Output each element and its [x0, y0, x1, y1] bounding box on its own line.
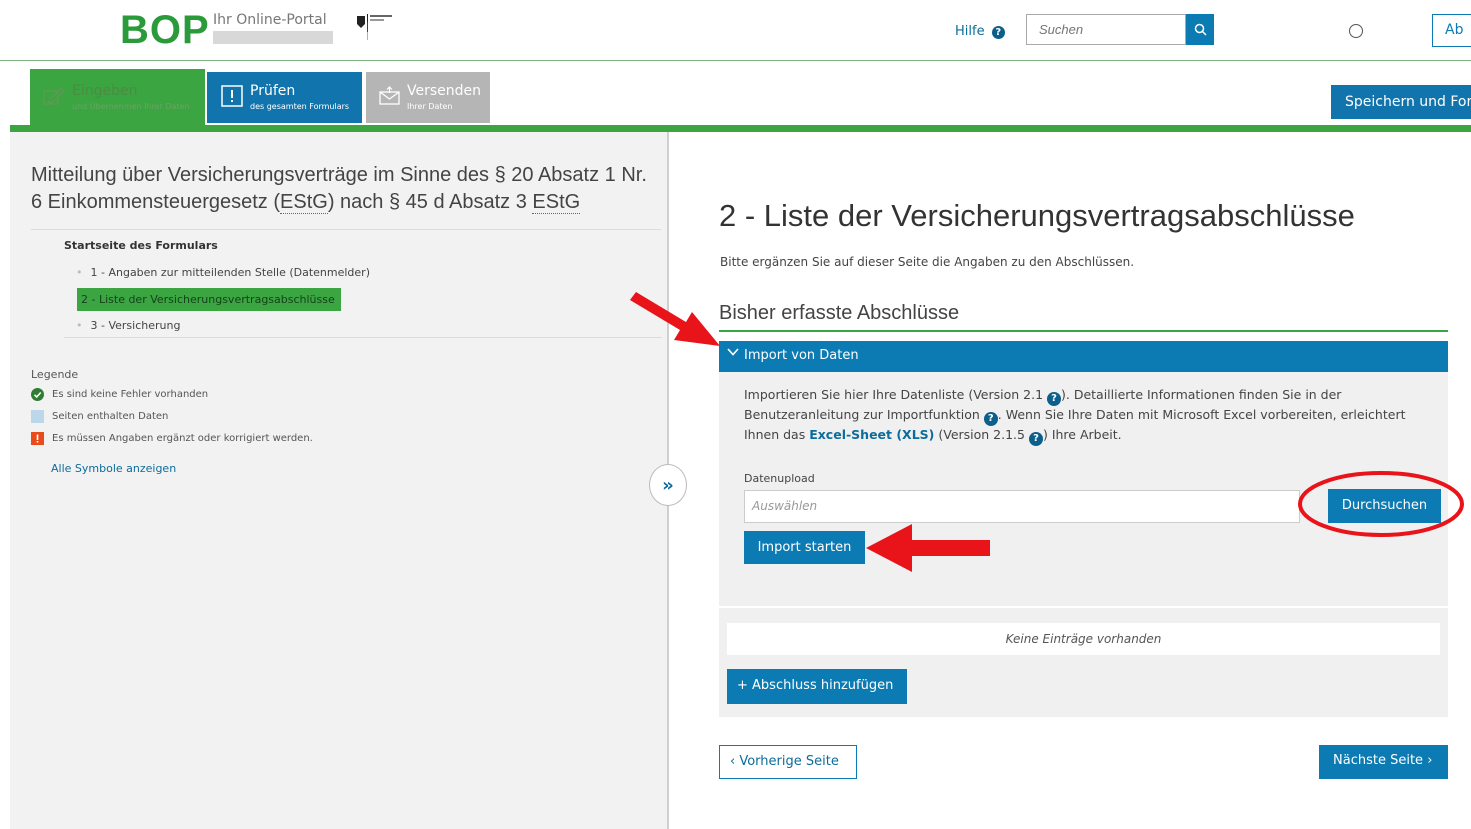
tab-pruefen-label: Prüfen [250, 83, 296, 99]
data-square-icon [31, 410, 44, 423]
tab-pruefen-sub: des gesamten Formulars [250, 102, 350, 111]
nav-divider [64, 337, 662, 338]
nav-bullet: • [76, 319, 83, 332]
language-globe-icon[interactable] [1349, 24, 1363, 38]
form-start-link[interactable]: Startseite des Formulars [64, 239, 218, 252]
next-page-label: Nächste Seite [1333, 753, 1424, 768]
envelope-icon [379, 86, 400, 105]
estg-abbr-2: EStG [532, 191, 581, 214]
help-icon[interactable]: ? [1047, 392, 1061, 406]
legend-heading: Legende [31, 368, 79, 381]
search-button[interactable] [1186, 14, 1214, 45]
previous-page-label: Vorherige Seite [739, 754, 839, 769]
legend-ok-label: Es sind keine Fehler vorhanden [52, 389, 209, 400]
legend-item-data: Seiten enthalten Daten [31, 410, 168, 423]
double-chevron-right-icon: » [662, 474, 674, 496]
tab-eingeben-label: Eingeben [72, 83, 138, 99]
help-icon[interactable]: ? [983, 412, 998, 426]
start-import-button[interactable]: Import starten [744, 531, 865, 564]
account-button[interactable]: Ab [1432, 14, 1471, 47]
empty-entries-message: Keine Einträge vorhanden [727, 623, 1440, 655]
top-header: BOP Ihr Online-Portal Hilfe ? Ab [0, 0, 1471, 61]
portal-subtitle: Ihr Online-Portal [213, 12, 327, 28]
pencil-icon [43, 87, 65, 105]
tab-versenden[interactable]: Versenden Ihrer Daten [366, 72, 490, 123]
nav-item-3[interactable]: • 3 - Versicherung [76, 319, 180, 332]
legend-error-label: Es müssen Angaben ergänzt oder korrigier… [52, 433, 313, 444]
estg-abbr-1: EStG [280, 191, 328, 214]
save-and-continue-button[interactable]: Speichern und Fortfahren [1331, 85, 1471, 119]
import-accordion-header[interactable]: Import von Daten [719, 341, 1448, 372]
exclamation-icon [221, 85, 243, 107]
collapse-sidebar-button[interactable]: » [649, 464, 687, 506]
tab-underline [10, 125, 1471, 132]
next-page-button[interactable]: Nächste Seite › [1319, 745, 1448, 779]
tab-eingeben[interactable]: Eingeben und Übernehmen Ihrer Daten [30, 69, 205, 125]
tab-versenden-label: Versenden [407, 83, 482, 99]
help-link[interactable]: Hilfe ? [955, 24, 1005, 39]
form-sidebar: Mitteilung über Versicherungsverträge im… [10, 132, 669, 829]
form-title: Mitteilung über Versicherungsverträge im… [31, 162, 661, 216]
all-symbols-link[interactable]: Alle Symbole anzeigen [51, 462, 176, 475]
import-instructions: Importieren Sie hier Ihre Datenliste (Ve… [744, 386, 1439, 446]
portal-subtitle-bar [213, 31, 333, 44]
upload-label: Datenupload [744, 472, 815, 485]
bop-logo[interactable]: BOP [120, 8, 210, 53]
nav-item-1[interactable]: • 1 - Angaben zur mitteilenden Stelle (Da… [76, 266, 370, 279]
help-label: Hilfe [955, 24, 985, 39]
import-text-5: ) Ihre Arbeit. [1042, 427, 1122, 442]
upload-file-field[interactable]: Auswählen [744, 490, 1300, 523]
excel-sheet-link[interactable]: Excel-Sheet (XLS) [809, 427, 934, 442]
entries-panel: Keine Einträge vorhanden + Abschluss hin… [719, 608, 1448, 717]
tab-versenden-sub: Ihrer Daten [407, 102, 453, 111]
chevron-down-icon [727, 346, 739, 362]
error-exclamation-icon [31, 432, 44, 445]
form-title-part2: ) nach § 45 d Absatz 3 [327, 191, 533, 213]
annotation-arrow-accordion [630, 292, 720, 346]
annotation-ellipse-browse [1298, 471, 1464, 537]
chevron-left-icon: ‹ [730, 754, 736, 769]
tab-eingeben-sub: und Übernehmen Ihrer Daten [72, 102, 190, 111]
search-input[interactable] [1026, 14, 1186, 45]
section-title: Bisher erfasste Abschlüsse [719, 302, 960, 324]
section-divider [719, 330, 1448, 332]
help-icon[interactable]: ? [1028, 432, 1043, 446]
nav-item-3-label: 3 - Versicherung [90, 319, 181, 332]
chevron-right-icon: › [1427, 753, 1433, 768]
federal-eagle-logo [357, 14, 392, 40]
import-text-1: Importieren Sie hier Ihre Datenliste (Ve… [744, 387, 1047, 402]
check-circle-icon [31, 388, 44, 401]
legend-data-label: Seiten enthalten Daten [52, 411, 169, 422]
nav-item-2-active[interactable]: 2 - Liste der Versicherungsvertragsabsch… [77, 288, 341, 311]
annotation-arrow-import [866, 524, 990, 572]
page-subtitle: Bitte ergänzen Sie auf dieser Seite die … [720, 255, 1135, 269]
help-icon: ? [991, 26, 1005, 39]
previous-page-button[interactable]: ‹ Vorherige Seite [719, 745, 857, 779]
nav-bullet: • [76, 266, 83, 279]
legend-item-ok: Es sind keine Fehler vorhanden [31, 388, 208, 401]
tab-pruefen[interactable]: Prüfen des gesamten Formulars [207, 72, 362, 123]
page-title: 2 - Liste der Versicherungsvertragsabsch… [719, 198, 1355, 233]
search-icon [1194, 23, 1207, 36]
nav-item-1-label: 1 - Angaben zur mitteilenden Stelle (Dat… [90, 266, 371, 279]
add-contract-button[interactable]: + Abschluss hinzufügen [727, 669, 907, 704]
import-accordion-title: Import von Daten [744, 348, 859, 363]
title-divider [31, 229, 661, 230]
legend-item-error: Es müssen Angaben ergänzt oder korrigier… [31, 432, 313, 445]
import-text-4: (Version 2.1.5 [934, 427, 1029, 442]
